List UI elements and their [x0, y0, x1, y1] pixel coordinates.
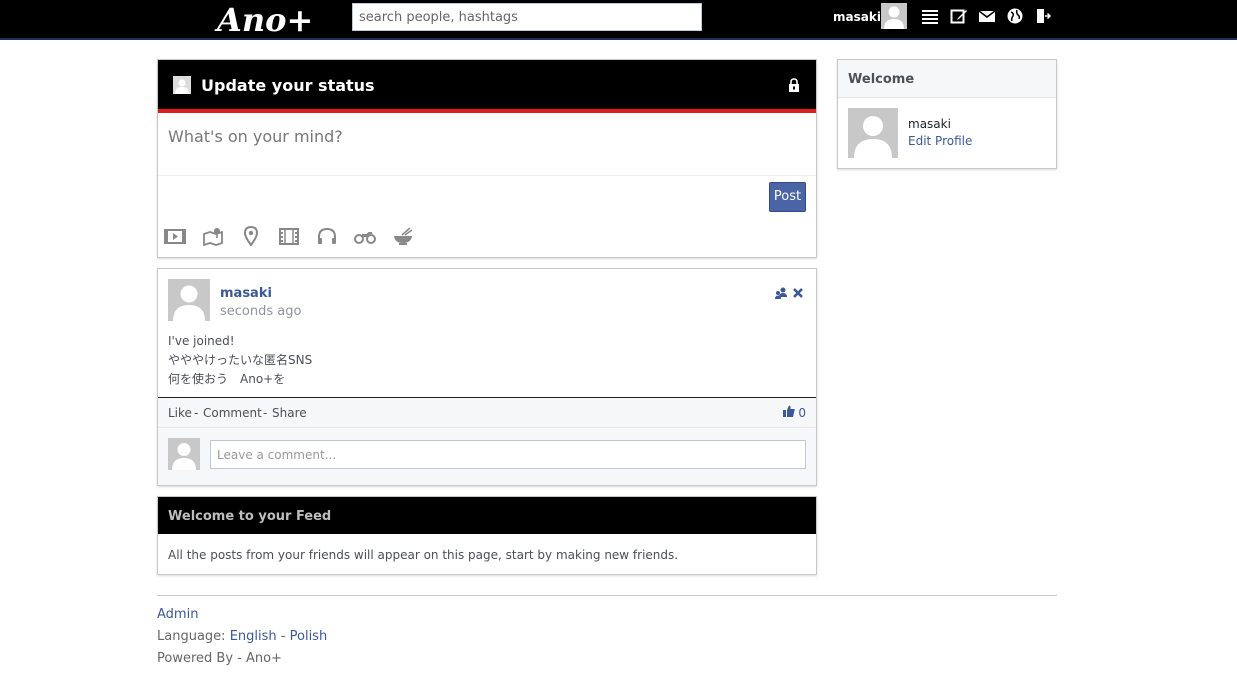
- post-body: I've joined! やややけったいな匿名SNS 何を使おう Ano+を: [168, 332, 788, 389]
- welcome-header: Welcome: [838, 60, 1056, 98]
- motorcycle-icon[interactable]: [354, 226, 376, 246]
- post-button[interactable]: Post: [769, 182, 806, 212]
- post-text-line: 何を使おう Ano+を: [168, 372, 286, 386]
- status-input[interactable]: What's on your mind?: [168, 127, 343, 146]
- like-link[interactable]: Like: [168, 406, 192, 420]
- film-icon[interactable]: [278, 226, 300, 246]
- language-label: Language:: [157, 629, 226, 644]
- sidebar-username[interactable]: masaki: [908, 117, 951, 131]
- status-title: Update your status: [201, 76, 375, 95]
- map-icon[interactable]: [202, 226, 224, 246]
- globe-icon[interactable]: [1006, 7, 1024, 25]
- site-logo[interactable]: Ano+: [217, 1, 313, 39]
- like-count: 0: [798, 406, 806, 420]
- comment-input[interactable]: [210, 440, 806, 469]
- post-actions-bar: Like - Comment - Share 0: [158, 398, 816, 428]
- close-icon[interactable]: [791, 286, 805, 300]
- user-icon: [173, 76, 191, 94]
- footer-divider: [157, 595, 1057, 596]
- location-pin-icon[interactable]: [240, 226, 262, 246]
- separator: -: [194, 406, 199, 420]
- lock-icon[interactable]: [788, 78, 800, 92]
- video-icon[interactable]: [164, 226, 186, 246]
- feed-message: All the posts from your friends will app…: [168, 548, 679, 562]
- divider: [158, 175, 816, 176]
- admin-link[interactable]: Admin: [157, 607, 198, 622]
- logout-icon[interactable]: [1034, 7, 1052, 25]
- headphones-icon[interactable]: [316, 226, 338, 246]
- welcome-title: Welcome: [848, 72, 915, 87]
- language-polish-link[interactable]: Polish: [290, 629, 328, 644]
- share-link[interactable]: Share: [272, 406, 307, 420]
- feed-welcome-card: Welcome to your Feed All the posts from …: [157, 496, 817, 575]
- post-avatar[interactable]: [168, 279, 210, 321]
- top-navbar: Ano+ masaki: [0, 0, 1237, 40]
- post-text-line: I've joined!: [168, 334, 235, 348]
- mail-icon[interactable]: [978, 7, 996, 25]
- search-input[interactable]: [352, 3, 702, 31]
- sidebar-avatar[interactable]: [848, 108, 898, 158]
- navbar-username[interactable]: masaki: [833, 10, 881, 24]
- comment-avatar: [168, 438, 200, 470]
- navbar-avatar[interactable]: [881, 3, 907, 29]
- welcome-sidebar-card: Welcome masaki Edit Profile: [837, 59, 1057, 169]
- feed-header: Welcome to your Feed: [158, 497, 816, 534]
- feed-title: Welcome to your Feed: [168, 509, 332, 524]
- comment-row: [158, 429, 816, 485]
- edit-icon[interactable]: [950, 7, 968, 25]
- friends-visibility-icon[interactable]: [774, 286, 788, 300]
- language-selector: Language: English - Polish: [157, 629, 327, 644]
- post-author[interactable]: masaki: [220, 286, 272, 301]
- edit-profile-link[interactable]: Edit Profile: [908, 134, 972, 148]
- separator: -: [263, 406, 268, 420]
- separator: -: [280, 629, 286, 644]
- language-english-link[interactable]: English: [230, 629, 277, 644]
- status-update-card: Update your status What's on your mind? …: [157, 59, 817, 258]
- list-icon[interactable]: [921, 7, 939, 25]
- thumbs-up-icon: [783, 405, 795, 417]
- post-timestamp: seconds ago: [220, 304, 302, 319]
- powered-by: Powered By - Ano+: [157, 651, 282, 666]
- comment-link[interactable]: Comment: [203, 406, 262, 420]
- status-header: Update your status: [158, 60, 816, 113]
- post-card: masaki seconds ago I've joined! やややけったいな…: [157, 268, 817, 486]
- food-bowl-icon[interactable]: [392, 226, 414, 246]
- post-text-line: やややけったいな匿名SNS: [168, 353, 313, 367]
